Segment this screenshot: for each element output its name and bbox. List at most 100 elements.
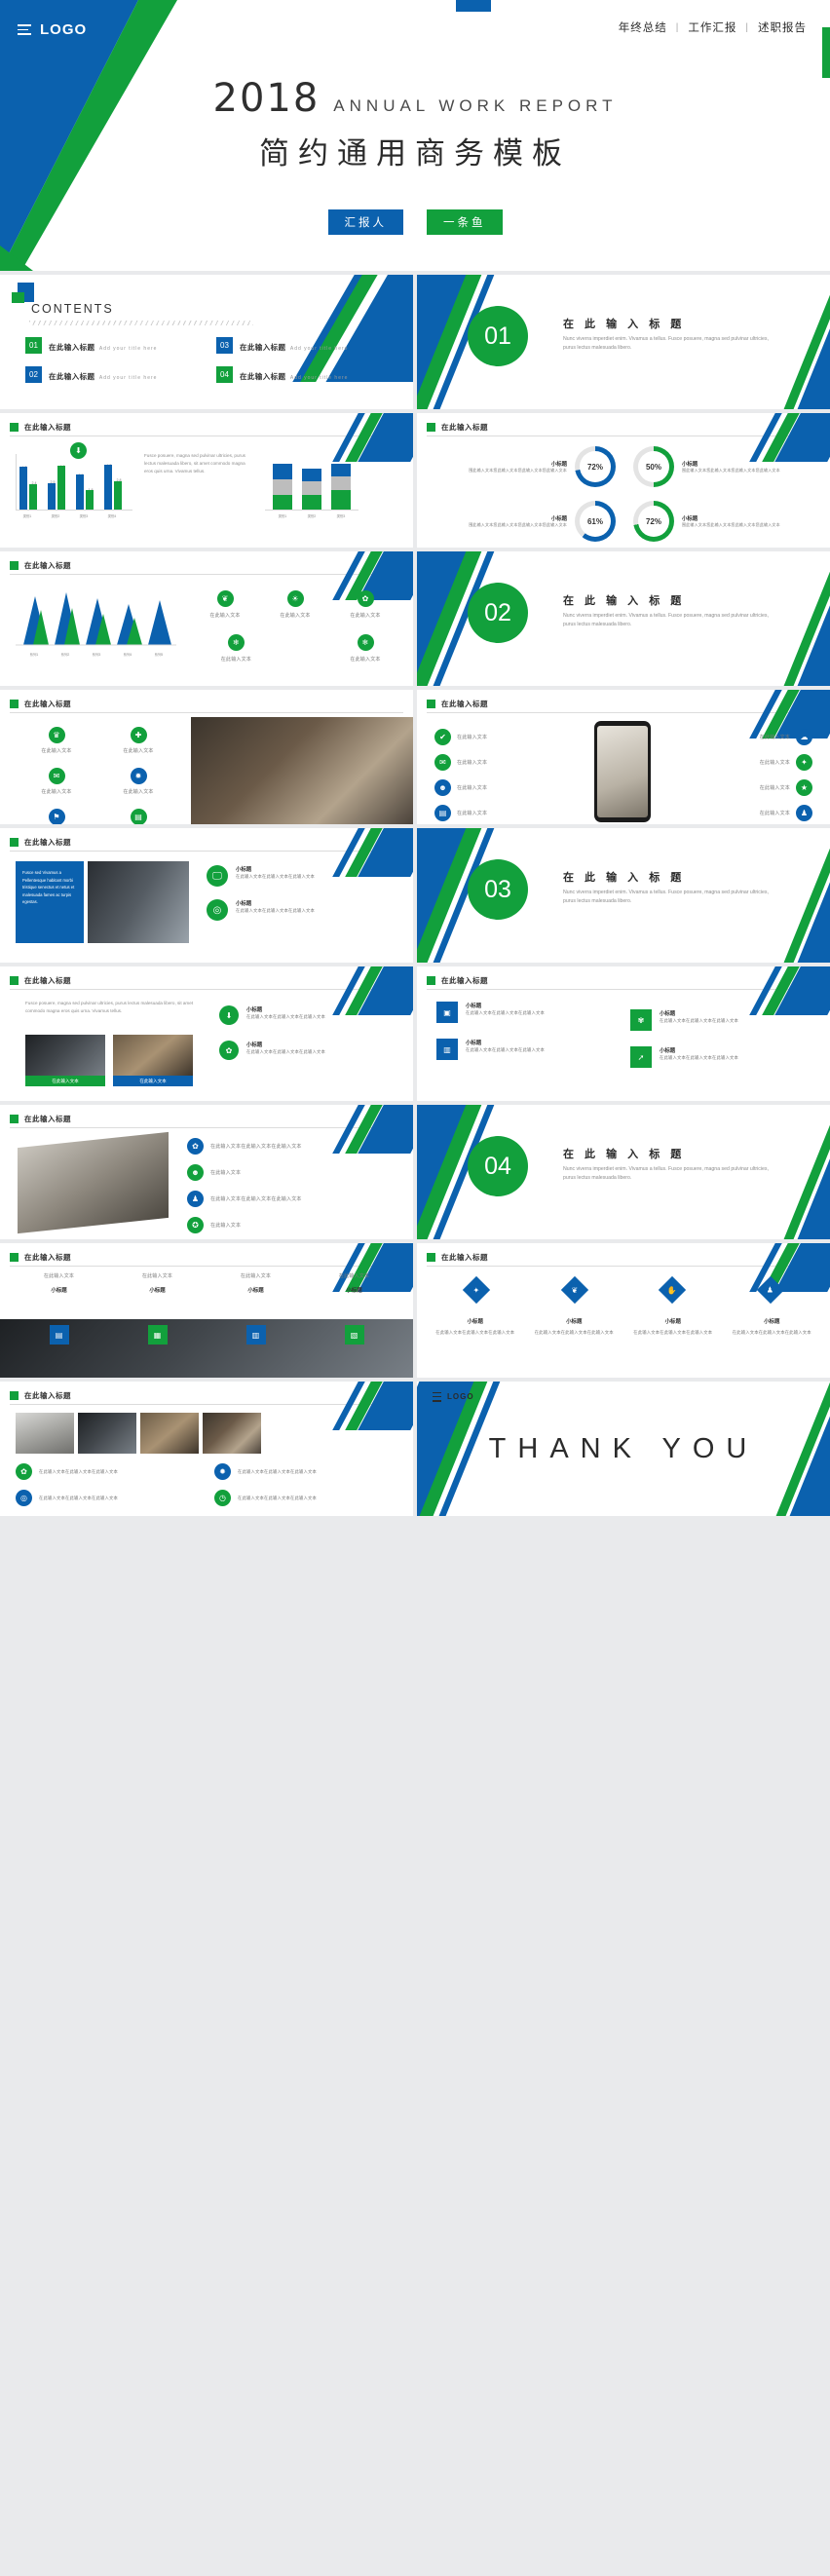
header-marker-icon (10, 976, 19, 985)
icon-cell: ✹ 在此输入文本 (101, 768, 175, 795)
column-title: 小标题 (51, 1288, 67, 1294)
icon-label: 在此输入文本 (457, 785, 488, 791)
header-marker-icon (10, 1391, 19, 1400)
phone-screen (597, 726, 648, 817)
nav-item-1[interactable]: 工作汇报 (688, 19, 736, 35)
header-rule (10, 712, 403, 713)
diamond-cell: 小标题 在此输入文本在此输入文本在此输入文本 (431, 1317, 520, 1336)
donut-stat: 小标题 围此输入文本您此输入文本您此输入文本您此输入文本 61% (444, 501, 616, 542)
phone-mockup (594, 721, 651, 822)
icon-label: 在此输入文本 (280, 613, 311, 619)
icon-cell: ❄ 在此输入文本 (221, 634, 257, 663)
slide-header: 在此输入标题 (10, 837, 71, 848)
snowflake-icon: ❄ (227, 634, 245, 651)
icon-row: ✔ 在此输入文本 (434, 729, 581, 745)
x-tick-label: 类别4 (107, 514, 117, 518)
slide-section-04: 04 在 此 输 入 标 题 Nunc viverra imperdiet en… (417, 1105, 830, 1239)
camera-icon: ▣ (436, 1002, 458, 1023)
header-title: 在此输入标题 (24, 838, 71, 847)
diamond-cell: 小标题 在此输入文本在此输入文本在此输入文本 (628, 1317, 718, 1336)
header-title: 在此输入标题 (24, 1391, 71, 1400)
header-title: 在此输入标题 (24, 1253, 71, 1262)
icon-cell: ⚑ 在此输入文本 (19, 809, 94, 824)
x-tick-label: 类别2 (307, 514, 317, 518)
slide-bar-charts: 在此输入标题 4.3 2.4 2.5 4.4 3.5 1.8 4.5 2.8 类… (0, 413, 413, 548)
header-title: 在此输入标题 (24, 423, 71, 432)
intro-paragraph: Fusce posuere, magna sed pulvinar ultric… (25, 1001, 194, 1013)
contents-item-title: 在此输入标题 (49, 343, 95, 352)
donut-stat: 50% 小标题 围此输入文本您此输入文本您此输入文本您此输入文本 (633, 446, 805, 487)
cover-badges: 汇报人 一条鱼 (0, 209, 830, 235)
corner-deco (296, 1382, 413, 1430)
contents-item[interactable]: 02 在此输入标题 Add your title here (25, 366, 195, 384)
section-number-badge: 02 (468, 583, 528, 643)
row-label: 在此输入文本 (210, 1170, 242, 1176)
clustered-bar-chart: 4.3 2.4 2.5 4.4 3.5 1.8 4.5 2.8 类别1 类别2 … (16, 454, 132, 518)
nav-separator: | (675, 21, 680, 33)
column-cell: 在此输入文本 小标题 (112, 1272, 203, 1294)
row-desc: 在此输入文本在此输入文本在此输入文本 (246, 1014, 325, 1019)
header-title: 在此输入标题 (24, 561, 71, 570)
card-title: 小标题 (466, 1004, 482, 1009)
chart-icon: ▤ (49, 1325, 69, 1345)
photo-caption: 在此输入文本 (25, 1076, 105, 1086)
icon-desc-grid: ✿ 在此输入文本在此输入文本在此输入文本 ✹ 在此输入文本在此输入文本在此输入文… (16, 1463, 397, 1506)
photo-notebook (25, 1035, 105, 1076)
icon-cell: ❦ 在此输入文本 (193, 590, 257, 619)
slide-thank-you: LOGO THANK YOU (417, 1382, 830, 1516)
slide-contents: CONTENTS 01 在此输入标题 Add your title here 0… (0, 275, 413, 409)
icon-card-col-left: ▣ 小标题 在此输入文本在此输入文本在此输入文本 ▥ 小标题 在此输入文本在此输… (436, 1002, 617, 1060)
contents-item-subtitle: Add your title here (98, 375, 158, 381)
donut-value: 50% (638, 451, 669, 482)
icon-list: ✿ 在此输入文本在此输入文本在此输入文本 ☻ 在此输入文本 ♟ 在此输入文本在此… (187, 1138, 401, 1239)
section-title: 在 此 输 入 标 题 (563, 872, 686, 884)
pin-icon: ✦ (463, 1275, 491, 1305)
row-label: 在此输入文本在此输入文本在此输入文本 (39, 1468, 118, 1474)
icon-text-row: ⬇ 小标题 在此输入文本在此输入文本在此输入文本 (219, 1005, 404, 1025)
icon-label: 在此输入文本 (41, 748, 72, 754)
donut-chart: 61% (575, 501, 616, 542)
cover-top-tab (456, 0, 491, 12)
icon-label: 在此输入文本 (759, 735, 790, 740)
icon-cell: ❄ 在此输入文本 (333, 634, 397, 663)
x-tick-label: 系列5 (154, 653, 164, 657)
row-title: 小标题 (246, 1042, 263, 1048)
contents-item[interactable]: 03 在此输入标题 Add your title here (216, 337, 386, 355)
card-desc: 在此输入文本在此输入文本在此输入文本 (466, 1010, 545, 1015)
row-title: 小标题 (236, 901, 252, 907)
x-tick-label: 类别1 (22, 514, 32, 518)
photo-coffee-desk (191, 717, 413, 824)
row-label: 在此输入文本在此输入文本在此输入文本 (210, 1196, 302, 1202)
contents-item[interactable]: 01 在此输入标题 Add your title here (25, 337, 195, 355)
section-title: 在 此 输 入 标 题 (563, 1149, 686, 1160)
slide-cover: LOGO 年终总结 | 工作汇报 | 述职报告 2018 ANNUAL WORK… (0, 0, 830, 271)
cell-title: 小标题 (467, 1319, 483, 1325)
donut-chart: 72% (575, 446, 616, 487)
icon-row: ◷ 在此输入文本在此输入文本在此输入文本 (214, 1490, 397, 1506)
pin-icon: ✦ (796, 754, 812, 771)
section-number-badge: 03 (468, 859, 528, 920)
person-icon: ♟ (187, 1191, 204, 1207)
slide-photo-strip: 在此输入标题 ✿ 在此输入文本在此输入文本在此输入文本 ✹ 在此输入文本在此输入… (0, 1382, 413, 1516)
header-title: 在此输入标题 (441, 976, 488, 985)
cover-title: 简约通用商务模板 (259, 136, 571, 170)
icon-label: 在此输入文本 (220, 657, 251, 663)
nav-item-0[interactable]: 年终总结 (619, 19, 667, 35)
contents-item[interactable]: 04 在此输入标题 Add your title here (216, 366, 386, 384)
leaf-icon: ❦ (216, 590, 234, 607)
nav-item-2[interactable]: 述职报告 (758, 19, 807, 35)
donut-value: 72% (580, 451, 611, 482)
icon-row: 在此输入文本 ♟ (760, 805, 812, 821)
x-tick-label: 系列1 (29, 653, 39, 657)
icon-row: ✹ 在此输入文本在此输入文本在此输入文本 (214, 1463, 397, 1480)
snowflake-icon: ❄ (357, 634, 374, 651)
diamond-cell: 小标题 在此输入文本在此输入文本在此输入文本 (728, 1317, 817, 1336)
column-title: 小标题 (346, 1288, 362, 1294)
header-marker-icon (10, 700, 19, 708)
logo[interactable]: LOGO (18, 21, 87, 38)
donut-label: 小标题 (682, 515, 698, 522)
card-desc: 在此输入文本在此输入文本在此输入文本 (660, 1018, 738, 1023)
column-cell: 在此输入文本 小标题 (14, 1272, 104, 1294)
person-icon: ♟ (796, 805, 812, 821)
icon-row: 在此输入文本 ✦ (760, 754, 812, 771)
